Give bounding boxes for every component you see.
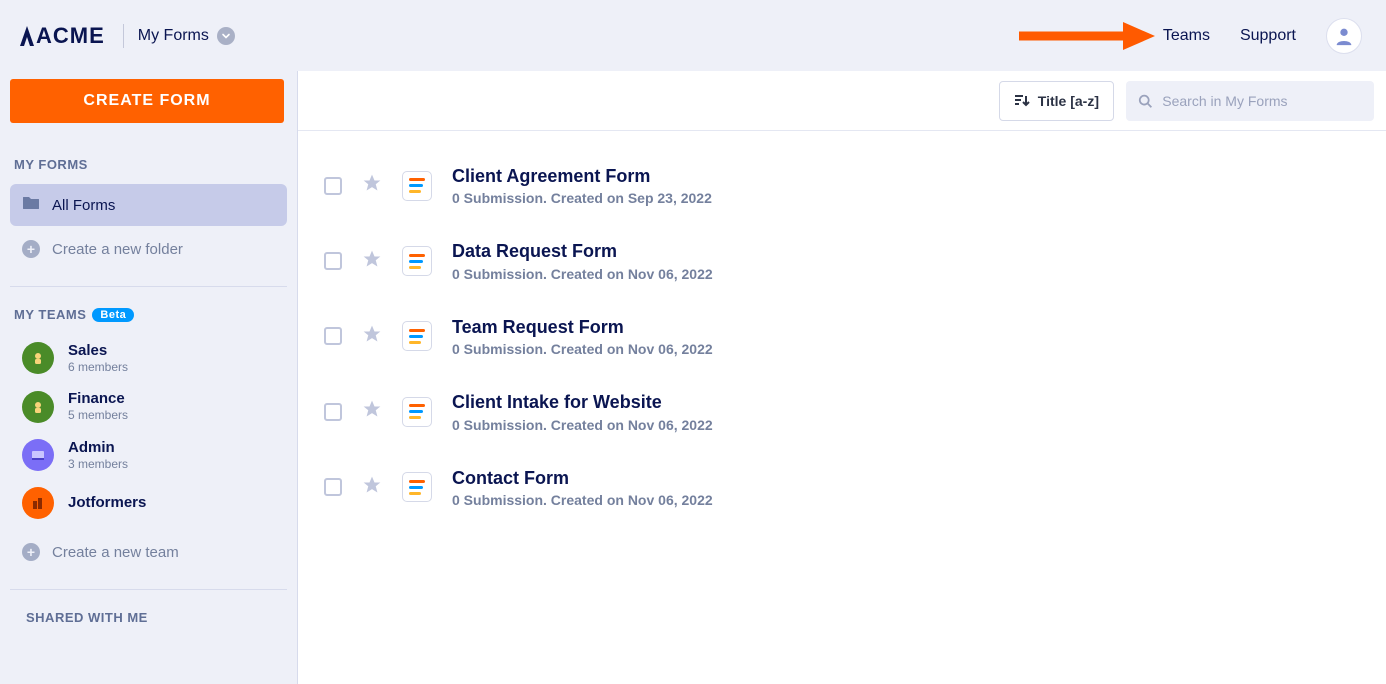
team-meta: 5 members <box>68 408 128 422</box>
team-meta: 6 members <box>68 360 128 374</box>
form-meta: 0 Submission. Created on Nov 06, 2022 <box>452 266 713 282</box>
team-name: Admin <box>68 439 128 457</box>
section-shared: SHARED WITH ME <box>26 610 287 625</box>
page-dropdown-label: My Forms <box>138 27 209 45</box>
star-icon[interactable] <box>362 173 382 198</box>
star-icon[interactable] <box>362 475 382 500</box>
sidebar-item-label: All Forms <box>52 197 115 214</box>
star-icon[interactable] <box>362 399 382 424</box>
team-name: Jotformers <box>68 494 146 512</box>
team-avatar-icon <box>22 391 54 423</box>
sidebar-team-item[interactable]: Admin3 members <box>10 431 287 479</box>
teams-link[interactable]: Teams <box>1163 27 1210 44</box>
form-title: Client Intake for Website <box>452 391 713 414</box>
folder-icon <box>22 195 40 215</box>
annotation-arrow-icon <box>1015 16 1155 56</box>
form-text: Client Agreement Form 0 Submission. Creat… <box>452 165 712 206</box>
sidebar-team-item[interactable]: Finance5 members <box>10 382 287 430</box>
divider <box>123 24 124 48</box>
row-checkbox[interactable] <box>324 252 342 270</box>
team-text: Admin3 members <box>68 439 128 471</box>
search-input[interactable] <box>1162 93 1362 109</box>
teams-link-wrap: Teams <box>1163 27 1210 45</box>
create-team-button[interactable]: + Create a new team <box>10 531 287 573</box>
beta-badge: Beta <box>92 308 134 322</box>
form-list: Client Agreement Form 0 Submission. Creat… <box>298 131 1386 556</box>
section-label: MY TEAMS <box>14 307 86 322</box>
form-icon <box>402 472 432 502</box>
header-right: Teams Support <box>1163 18 1362 54</box>
sort-button[interactable]: Title [a-z] <box>999 81 1114 121</box>
user-icon <box>1333 25 1355 47</box>
search-icon <box>1138 93 1152 109</box>
avatar[interactable] <box>1326 18 1362 54</box>
logo-text: ACME <box>36 23 105 49</box>
main-panel: Title [a-z] Client Agreement Form 0 Submi… <box>298 71 1386 684</box>
search-box[interactable] <box>1126 81 1374 121</box>
sidebar-team-item[interactable]: Sales6 members <box>10 334 287 382</box>
form-title: Data Request Form <box>452 240 713 263</box>
sidebar: CREATE FORM MY FORMS All Forms + Create … <box>0 71 298 684</box>
plus-icon: + <box>22 240 40 258</box>
sidebar-team-item[interactable]: Jotformers <box>10 479 287 527</box>
form-text: Contact Form 0 Submission. Created on Nov… <box>452 467 713 508</box>
divider <box>10 286 287 287</box>
form-icon <box>402 321 432 351</box>
form-title: Client Agreement Form <box>452 165 712 188</box>
app-header: ACME My Forms Teams Support <box>0 0 1386 71</box>
sidebar-item-all-forms[interactable]: All Forms <box>10 184 287 226</box>
team-avatar-icon <box>22 342 54 374</box>
form-meta: 0 Submission. Created on Nov 06, 2022 <box>452 492 713 508</box>
toolbar: Title [a-z] <box>298 71 1386 131</box>
form-row[interactable]: Contact Form 0 Submission. Created on Nov… <box>314 457 1370 532</box>
form-icon <box>402 246 432 276</box>
form-title: Team Request Form <box>452 316 713 339</box>
row-checkbox[interactable] <box>324 177 342 195</box>
support-link[interactable]: Support <box>1240 27 1296 45</box>
star-icon[interactable] <box>362 249 382 274</box>
form-meta: 0 Submission. Created on Sep 23, 2022 <box>452 190 712 206</box>
section-my-teams: MY TEAMS Beta <box>14 307 287 322</box>
create-folder-button[interactable]: + Create a new folder <box>10 228 287 270</box>
team-avatar-icon <box>22 487 54 519</box>
form-meta: 0 Submission. Created on Nov 06, 2022 <box>452 341 713 357</box>
form-row[interactable]: Team Request Form 0 Submission. Created o… <box>314 306 1370 381</box>
sidebar-item-label: Create a new team <box>52 544 179 561</box>
star-icon[interactable] <box>362 324 382 349</box>
team-avatar-icon <box>22 439 54 471</box>
team-text: Sales6 members <box>68 342 128 374</box>
divider <box>10 589 287 590</box>
plus-icon: + <box>22 543 40 561</box>
logo: ACME <box>20 23 105 49</box>
form-row[interactable]: Data Request Form 0 Submission. Created o… <box>314 230 1370 305</box>
row-checkbox[interactable] <box>324 327 342 345</box>
page-dropdown[interactable]: My Forms <box>138 27 235 45</box>
form-text: Data Request Form 0 Submission. Created o… <box>452 240 713 281</box>
form-title: Contact Form <box>452 467 713 490</box>
section-my-forms: MY FORMS <box>14 157 287 172</box>
form-icon <box>402 171 432 201</box>
sidebar-item-label: Create a new folder <box>52 241 183 258</box>
sort-icon <box>1014 93 1030 109</box>
row-checkbox[interactable] <box>324 403 342 421</box>
logo-glyph-icon <box>20 26 34 46</box>
row-checkbox[interactable] <box>324 478 342 496</box>
form-text: Client Intake for Website 0 Submission. C… <box>452 391 713 432</box>
form-meta: 0 Submission. Created on Nov 06, 2022 <box>452 417 713 433</box>
create-form-button[interactable]: CREATE FORM <box>10 79 284 123</box>
team-name: Finance <box>68 390 128 408</box>
form-row[interactable]: Client Agreement Form 0 Submission. Creat… <box>314 155 1370 230</box>
team-text: Jotformers <box>68 494 146 512</box>
form-text: Team Request Form 0 Submission. Created o… <box>452 316 713 357</box>
form-row[interactable]: Client Intake for Website 0 Submission. C… <box>314 381 1370 456</box>
sort-label: Title [a-z] <box>1038 93 1099 109</box>
team-meta: 3 members <box>68 457 128 471</box>
team-name: Sales <box>68 342 128 360</box>
form-icon <box>402 397 432 427</box>
chevron-down-icon <box>217 27 235 45</box>
team-text: Finance5 members <box>68 390 128 422</box>
